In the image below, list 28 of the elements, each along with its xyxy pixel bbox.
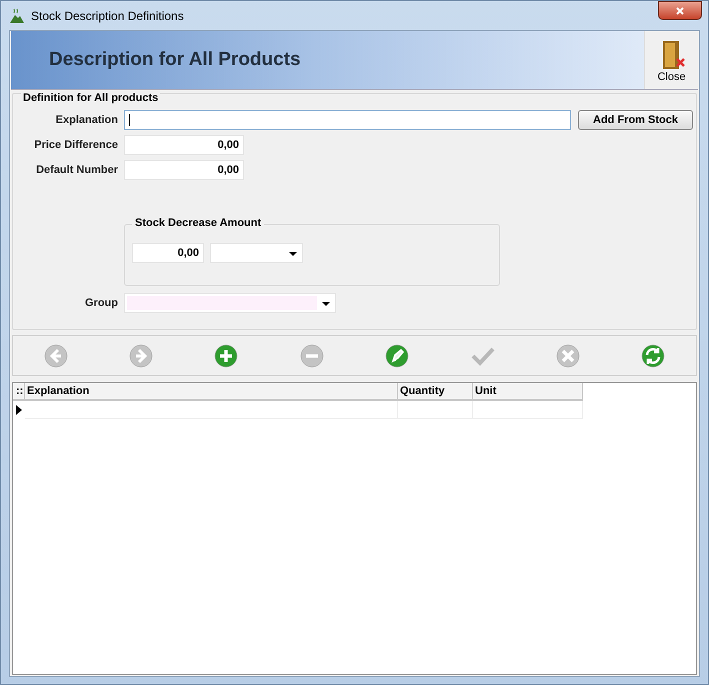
field-label: Group <box>84 297 118 309</box>
group-dropdown[interactable] <box>124 293 336 313</box>
column-header[interactable]: Unit <box>473 383 583 401</box>
field-label: Default Number <box>35 164 118 176</box>
field-label: Price Difference <box>33 139 118 151</box>
dropdown-arrow-icon <box>322 302 330 306</box>
edit-icon[interactable] <box>385 344 410 368</box>
add-from-stock-button[interactable]: Add From Stock <box>578 110 693 130</box>
unit-dropdown[interactable] <box>210 243 303 263</box>
field-label: Explanation <box>54 114 118 126</box>
grid-corner: :: <box>13 383 25 401</box>
default-number-field[interactable]: 0,00 <box>124 160 244 180</box>
panel-title: Stock Decrease Amount <box>132 217 264 229</box>
dropdown-arrow-icon <box>289 252 297 256</box>
app-icon <box>9 8 25 24</box>
close-window-button[interactable] <box>658 1 702 20</box>
panel-title: Definition for All products <box>21 92 160 104</box>
amount-field[interactable]: 0,00 <box>132 243 204 263</box>
header-title: Description for All Products <box>49 49 301 71</box>
column-header[interactable]: Quantity <box>398 383 473 401</box>
refresh-icon[interactable] <box>641 344 666 368</box>
window-title: Stock Description Definitions <box>31 8 184 22</box>
close-icon <box>675 6 685 16</box>
explanation-field[interactable] <box>124 110 571 130</box>
column-header[interactable]: Explanation <box>25 383 398 401</box>
close-button[interactable]: Close <box>644 31 698 89</box>
plus-icon[interactable] <box>214 344 238 368</box>
price-difference-field[interactable]: 0,00 <box>124 135 244 155</box>
